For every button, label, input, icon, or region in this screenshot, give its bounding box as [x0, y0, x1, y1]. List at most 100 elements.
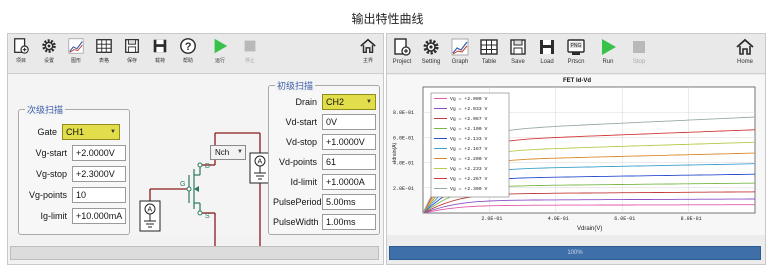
id-vd-chart: FET Id-Vd 2.0E-01 4.0E-01 6.0E-01 8.0E-01 2.…: [387, 75, 767, 235]
run-icon: [594, 37, 622, 57]
vd-stop-input[interactable]: +1.0000V: [322, 134, 376, 150]
legend-entry: Vg = +2.067 V: [450, 116, 488, 122]
pulse-width-label: PulseWidth: [273, 217, 319, 227]
secondary-sweep-title: 次级扫描: [25, 103, 66, 116]
drain-select-value: CH2: [326, 97, 345, 107]
left-gear-label: 设置: [43, 58, 54, 64]
left-home-button[interactable]: 主界: [357, 37, 379, 73]
vd-start-label: Vd-start: [285, 117, 317, 127]
home-icon: [357, 37, 379, 55]
help-icon: ?: [177, 37, 199, 55]
primary-sweep-group: 初级扫描 Drain CH2 ▼ Vd-start 0V Vd-stop +1.0…: [268, 79, 380, 235]
right-stop-button[interactable]: Stop: [625, 37, 653, 73]
left-save-label: 保存: [126, 58, 137, 64]
left-status-bar: [10, 246, 379, 260]
id-limit-label: Id-limit: [290, 177, 318, 187]
left-stop-label: 停止: [244, 58, 255, 64]
left-stop-button[interactable]: 停止: [239, 37, 261, 73]
gear-icon: [38, 37, 60, 55]
primary-sweep-title: 初级扫描: [275, 79, 316, 92]
ig-limit-input[interactable]: +10.000mA: [72, 208, 126, 224]
vg-stop-input[interactable]: +2.3000V: [72, 166, 126, 182]
legend-entry: Vg = +2.233 V: [450, 166, 488, 172]
x-axis-label: Vdrain(V): [577, 226, 602, 232]
right-save-button[interactable]: Save: [504, 37, 532, 73]
pulse-width-input[interactable]: 1.00ms: [322, 214, 376, 230]
gate-label: Gate: [37, 127, 57, 137]
vd-points-input[interactable]: 61: [322, 154, 376, 170]
right-gear-button[interactable]: Setting: [417, 37, 445, 73]
left-graph-label: 图形: [70, 58, 81, 64]
legend-entry: Vg = +2.133 V: [450, 136, 488, 142]
left-load-button[interactable]: 载荷: [149, 37, 171, 73]
gate-select[interactable]: CH1 ▼: [62, 124, 120, 140]
left-table-button[interactable]: 表格: [93, 37, 115, 73]
right-load-label: Load: [540, 59, 554, 65]
left-load-label: 载荷: [154, 58, 165, 64]
left-save-button[interactable]: 保存: [121, 37, 143, 73]
left-help-button[interactable]: ? 帮助: [177, 37, 199, 73]
drain-select[interactable]: CH2 ▼: [322, 94, 376, 110]
vd-stop-label: Vd-stop: [285, 137, 317, 147]
x-tick-label: 6.0E-01: [614, 216, 635, 222]
app-root: 输出特性曲线 项目 设置 图形 表格 保存 载荷? 帮助 运行 停止 主界 次级扫描 Gate C…: [0, 0, 775, 271]
drain-label: Drain: [295, 97, 317, 107]
drain-ammeter-icon: A: [249, 152, 271, 184]
table-icon: [475, 37, 503, 57]
legend-entry: Vg = +2.000 V: [450, 96, 488, 102]
right-table-label: Table: [481, 59, 497, 65]
left-workarea: 次级扫描 Gate CH1 ▼ Vg-start +2.0000V Vg-stop…: [8, 75, 383, 252]
left-project-button[interactable]: 项目: [10, 37, 32, 73]
vg-start-label: Vg-start: [35, 148, 67, 158]
y-axis-label: Idrain(A): [392, 142, 398, 162]
save-icon: [121, 37, 143, 55]
secondary-sweep-group: 次级扫描 Gate CH1 ▼ Vg-start +2.0000V Vg-stop…: [18, 103, 130, 235]
left-run-button[interactable]: 运行: [209, 37, 231, 73]
right-window: Project Setting Graph Table Save Load PNG Prtsc…: [386, 33, 766, 265]
print-screen-icon: PNG: [562, 37, 590, 57]
right-stop-label: Stop: [632, 59, 646, 65]
project-icon: [10, 37, 32, 55]
right-graph-button[interactable]: Graph: [446, 37, 474, 73]
id-limit-input[interactable]: +1.0000A: [322, 174, 376, 190]
gate-select-value: CH1: [66, 127, 85, 137]
right-run-button[interactable]: Run: [594, 37, 622, 73]
left-run-label: 运行: [214, 58, 225, 64]
channel-type-select[interactable]: Nch ▼: [210, 145, 246, 160]
ig-limit-label: Ig-limit: [40, 211, 68, 221]
terminal-source-label: S: [205, 213, 210, 220]
x-tick-label: 2.0E-01: [481, 216, 502, 222]
vg-start-input[interactable]: +2.0000V: [72, 145, 126, 161]
y-tick-label: 2.0E-01: [393, 186, 414, 192]
legend-entry: Vg = +2.300 V: [450, 186, 488, 192]
channel-type-value: Nch: [215, 148, 230, 157]
progress-bar: 100%: [389, 246, 761, 260]
right-load-button[interactable]: Load: [533, 37, 561, 73]
left-graph-button[interactable]: 图形: [65, 37, 87, 73]
left-window: 项目 设置 图形 表格 保存 载荷 ? 帮助 运行 停止 主界 次级扫描 Gate CH1 ▼ Vg-…: [7, 33, 384, 265]
right-table-button[interactable]: Table: [475, 37, 503, 73]
legend-entry: Vg = +2.200 V: [450, 156, 488, 162]
gate-meter-symbol: A: [148, 207, 153, 214]
pulse-period-input[interactable]: 5.00ms: [322, 194, 376, 210]
vd-points-label: Vd-points: [278, 157, 317, 167]
chevron-down-icon: ▼: [110, 129, 116, 135]
right-gear-label: Setting: [421, 59, 441, 65]
legend-entry: Vg = +2.167 V: [450, 146, 488, 152]
run-icon: [209, 37, 231, 55]
right-print-screen-button[interactable]: PNG Prtscn: [562, 37, 590, 73]
graph-icon: [65, 37, 87, 55]
x-tick-label: 4.0E-01: [548, 216, 569, 222]
right-run-label: Run: [602, 59, 614, 65]
vg-points-input[interactable]: 10: [72, 187, 126, 203]
svg-text:?: ?: [185, 41, 192, 53]
vd-start-input[interactable]: 0V: [322, 114, 376, 130]
x-tick-label: 8.0E-01: [681, 216, 702, 222]
gate-ammeter-icon: A: [139, 200, 161, 232]
right-home-button[interactable]: Home: [731, 37, 759, 73]
right-project-button[interactable]: Project: [388, 37, 416, 73]
project-icon: [388, 37, 416, 57]
fet-circuit-diagram: D G S A A: [139, 132, 271, 252]
terminal-gate-label: G: [180, 181, 185, 188]
left-gear-button[interactable]: 设置: [38, 37, 60, 73]
